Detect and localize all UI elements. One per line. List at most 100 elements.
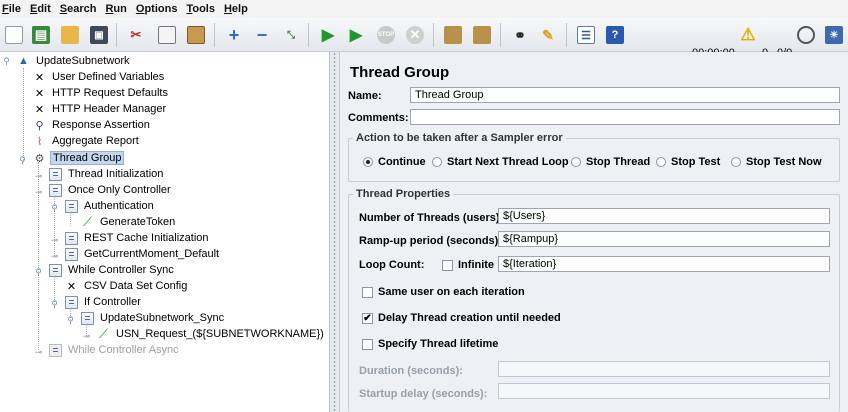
tree-node-if-controller[interactable]: If Controller	[64, 294, 143, 310]
startup-delay-field[interactable]	[498, 383, 830, 399]
log-icon[interactable]: ☀	[822, 23, 846, 47]
comments-field[interactable]	[410, 109, 840, 125]
clear-icon[interactable]	[441, 23, 465, 47]
tree-node-rest-cache-initialization[interactable]: REST Cache Initialization	[64, 230, 211, 246]
name-field[interactable]: Thread Group	[410, 87, 840, 103]
save-icon[interactable]: ▣	[87, 23, 111, 47]
tree-node-authentication[interactable]: Authentication	[64, 198, 156, 214]
startup-delay-label: Startup delay (seconds):	[359, 388, 488, 400]
radio-continue[interactable]: Continue	[363, 156, 426, 168]
toggle-icon[interactable]: ⤡	[279, 23, 303, 47]
sampler-error-title: Action to be taken after a Sampler error	[353, 132, 566, 144]
open-icon[interactable]	[58, 23, 82, 47]
tree-node-aggregate-report[interactable]: ⌇ Aggregate Report	[32, 133, 141, 149]
rampup-field[interactable]: ${Rampup}	[498, 231, 830, 247]
controller-icon	[64, 247, 79, 262]
radio-start-next-thread-loop[interactable]: Start Next Thread Loop	[432, 156, 569, 168]
thread-properties-title: Thread Properties	[353, 188, 454, 200]
radio-label: Stop Test Now	[746, 156, 822, 168]
stop-icon[interactable]: STOP	[374, 23, 398, 47]
collapse-icon[interactable]: −	[250, 23, 274, 47]
cut-icon[interactable]: ✂	[124, 23, 148, 47]
delay-thread-creation-checkbox[interactable]: ✔ Delay Thread creation until needed	[362, 312, 561, 324]
reset-search-icon[interactable]: ✎	[536, 23, 560, 47]
tree-node-get-current-moment-default[interactable]: GetCurrentMoment_Default	[64, 246, 221, 262]
radio-stop-test[interactable]: Stop Test	[656, 156, 720, 168]
threads-field[interactable]: ${Users}	[498, 208, 830, 224]
tree-node-generate-token[interactable]: ⟋ GenerateToken	[80, 214, 177, 230]
radio-stop-test-now[interactable]: Stop Test Now	[731, 156, 822, 168]
page-title: Thread Group	[350, 64, 450, 81]
checkbox-box	[362, 286, 373, 298]
tree-toggle[interactable]: ⊸	[34, 188, 43, 197]
tree-node-label: GetCurrentMoment_Default	[84, 248, 220, 260]
tree-node-label: USN_Request_(${SUBNETWORKNAME})	[116, 328, 324, 340]
tree-node-update-subnetwork-sync[interactable]: UpdateSubnetwork_Sync	[80, 310, 226, 326]
start-no-pauses-icon[interactable]: ▶	[344, 23, 368, 47]
specify-lifetime-checkbox[interactable]: Specify Thread lifetime	[362, 338, 498, 350]
paste-icon[interactable]	[184, 23, 208, 47]
expand-icon[interactable]: +	[222, 23, 246, 47]
checkbox-box: ✔	[362, 312, 373, 324]
pane-splitter[interactable]	[330, 52, 340, 412]
tree-toggle[interactable]: ⚲	[66, 316, 75, 325]
tree-toggle[interactable]: ⊸	[50, 252, 59, 261]
copy-icon[interactable]	[155, 23, 179, 47]
duration-field[interactable]	[498, 361, 830, 377]
radio-dot	[363, 157, 373, 167]
tree-node-once-only-controller[interactable]: Once Only Controller	[48, 182, 173, 198]
tree-toggle[interactable]: ⊸	[34, 172, 43, 181]
tree-toggle[interactable]: ⊸	[82, 332, 91, 341]
tree-node-http-header-manager[interactable]: ✕ HTTP Header Manager	[32, 101, 168, 117]
controller-icon	[48, 167, 63, 182]
tree-node-thread-initialization[interactable]: Thread Initialization	[48, 166, 165, 182]
tree-node-label: Thread Initialization	[68, 168, 164, 180]
function-helper-icon[interactable]: ☰	[574, 23, 598, 47]
tree-toggle[interactable]: ⚲	[50, 204, 59, 213]
thread-group-icon: ⚙	[34, 152, 45, 165]
tree-node-label: Aggregate Report	[52, 135, 139, 147]
tree-node-label: GenerateToken	[100, 216, 176, 228]
tree-node-response-assertion[interactable]: ⚲ Response Assertion	[32, 117, 152, 133]
tree-node-csv-data-set-config[interactable]: ✕ CSV Data Set Config	[64, 278, 189, 294]
clear-all-icon[interactable]	[470, 23, 494, 47]
controller-icon	[64, 295, 79, 310]
start-icon[interactable]: ▶	[316, 23, 340, 47]
menu-edit[interactable]: Edit	[30, 3, 51, 15]
warning-icon[interactable]: ⚠	[738, 23, 758, 47]
tree-node-http-request-defaults[interactable]: ✕ HTTP Request Defaults	[32, 85, 170, 101]
templates-icon[interactable]: ▤	[29, 23, 53, 47]
menu-help[interactable]: Help	[224, 3, 248, 15]
new-icon[interactable]	[2, 23, 26, 47]
tree-toggle[interactable]: ⚲	[50, 300, 59, 309]
tree-node-user-defined-variables[interactable]: ✕ User Defined Variables	[32, 69, 166, 85]
menu-options[interactable]: Options	[136, 3, 178, 15]
loop-count-field[interactable]: ${Iteration}	[498, 256, 830, 272]
tree-toggle[interactable]: ⊸	[50, 236, 59, 245]
loop-count-label: Loop Count:	[359, 259, 425, 271]
test-plan-tree[interactable]: ⚲ ▲ UpdateSubnetwork ✕ User Defined Vari…	[0, 52, 330, 412]
menu-run[interactable]: Run	[105, 3, 126, 15]
remote-icon[interactable]	[794, 23, 818, 47]
menu-file[interactable]: File	[2, 3, 21, 15]
tree-node-label: Once Only Controller	[68, 184, 171, 196]
tree-node-label: CSV Data Set Config	[84, 280, 188, 292]
tree-toggle[interactable]: ⚲	[2, 57, 11, 66]
menu-tools[interactable]: Tools	[186, 3, 215, 15]
shutdown-icon[interactable]: ✕	[403, 23, 427, 47]
tree-node-thread-group[interactable]: ⚙ Thread Group	[32, 150, 125, 166]
help-icon[interactable]: ?	[603, 23, 627, 47]
tree-toggle[interactable]: ⊸	[34, 348, 43, 357]
tree-node-usn-request[interactable]: ⟋ USN_Request_(${SUBNETWORKNAME})	[96, 326, 326, 342]
same-user-checkbox[interactable]: Same user on each iteration	[362, 286, 525, 298]
menu-search[interactable]: Search	[60, 3, 97, 15]
name-label: Name:	[348, 90, 382, 102]
tree-node-while-controller-sync[interactable]: While Controller Sync	[48, 262, 176, 278]
tree-node-while-controller-async[interactable]: While Controller Async	[48, 342, 181, 358]
infinite-checkbox[interactable]: Infinite	[442, 259, 494, 271]
search-icon[interactable]: ⚭	[508, 23, 532, 47]
tree-toggle[interactable]: ⚲	[34, 268, 43, 277]
radio-stop-thread[interactable]: Stop Thread	[571, 156, 650, 168]
tree-toggle[interactable]: ⚲	[18, 156, 27, 165]
tree-node-test-plan[interactable]: ▲ UpdateSubnetwork	[16, 53, 132, 69]
